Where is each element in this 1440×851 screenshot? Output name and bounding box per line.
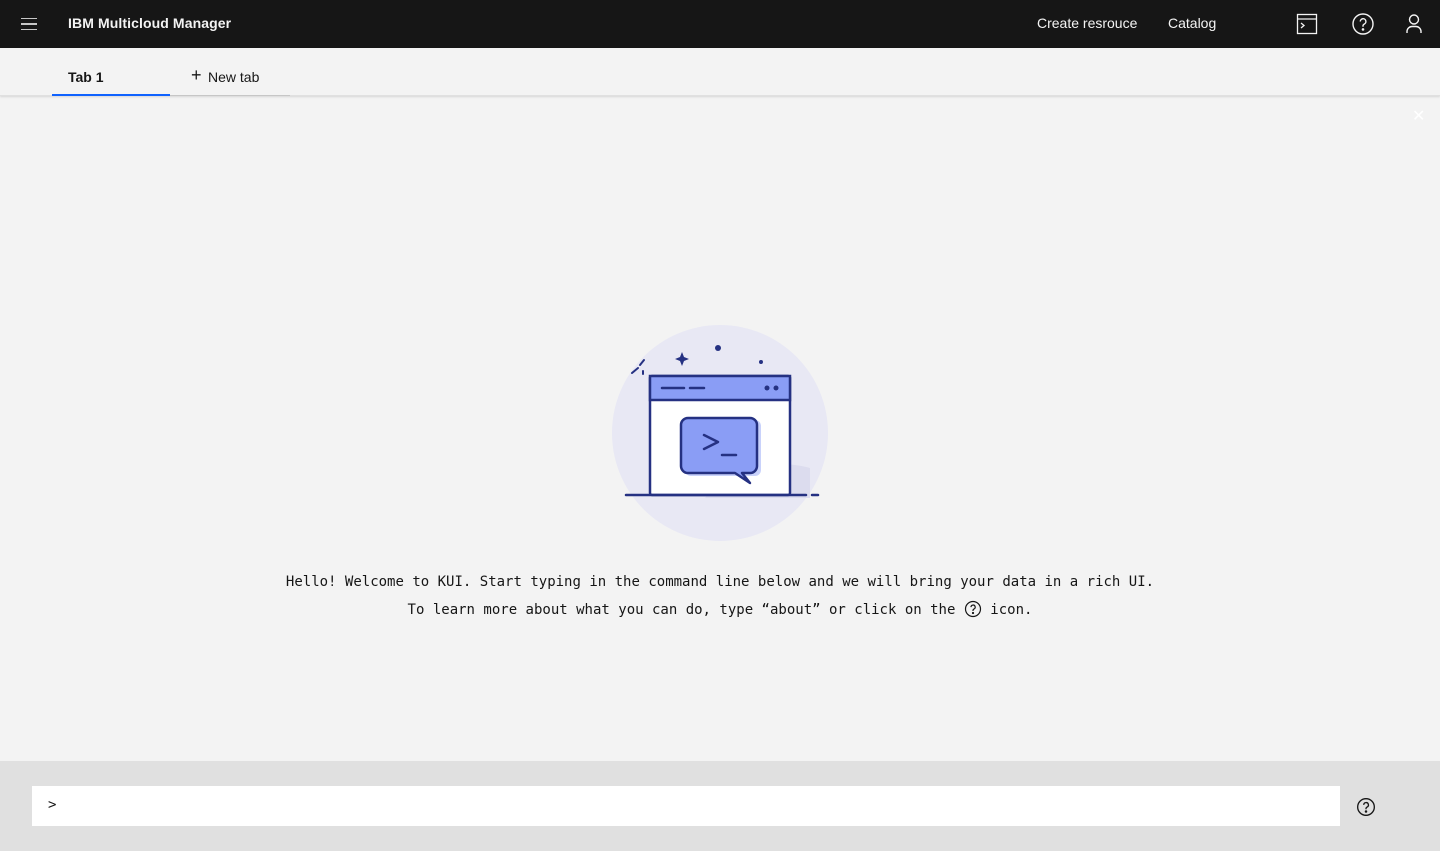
welcome-message: Hello! Welcome to KUI. Start typing in t… — [0, 568, 1440, 624]
command-bar: > — [0, 761, 1440, 851]
terminal-illustration — [610, 318, 840, 543]
top-header: IBM Multicloud Manager Create resrouce C… — [0, 0, 1440, 48]
help-icon — [964, 600, 982, 618]
create-resource-link[interactable]: Create resrouce — [1037, 15, 1137, 31]
menu-icon[interactable] — [14, 10, 44, 38]
command-prompt: > — [48, 797, 57, 813]
command-input-container: > — [32, 786, 1340, 826]
welcome-line-2-text: To learn more about what you can do, typ… — [407, 602, 956, 618]
welcome-line-1: Hello! Welcome to KUI. Start typing in t… — [285, 574, 1155, 590]
brand-name[interactable]: IBM Multicloud Manager — [68, 15, 231, 31]
plus-icon: + — [191, 65, 202, 85]
welcome-line-2-suffix: icon. — [990, 602, 1033, 618]
close-icon[interactable]: ✕ — [1412, 106, 1425, 126]
tab-1[interactable]: Tab 1 — [52, 48, 170, 96]
welcome-line-2: To learn more about what you can do, typ… — [0, 596, 1440, 624]
terminal-icon[interactable] — [1295, 12, 1319, 36]
help-icon[interactable] — [1356, 797, 1376, 817]
tab-bar: Tab 1 + New tab — [0, 48, 1440, 96]
user-icon[interactable] — [1402, 12, 1426, 36]
new-tab-label: New tab — [208, 69, 260, 85]
command-input[interactable] — [68, 786, 1328, 826]
tab-label: Tab 1 — [68, 69, 104, 85]
new-tab-button[interactable]: + New tab — [170, 48, 290, 96]
catalog-link[interactable]: Catalog — [1168, 15, 1216, 31]
help-icon[interactable] — [1351, 12, 1375, 36]
